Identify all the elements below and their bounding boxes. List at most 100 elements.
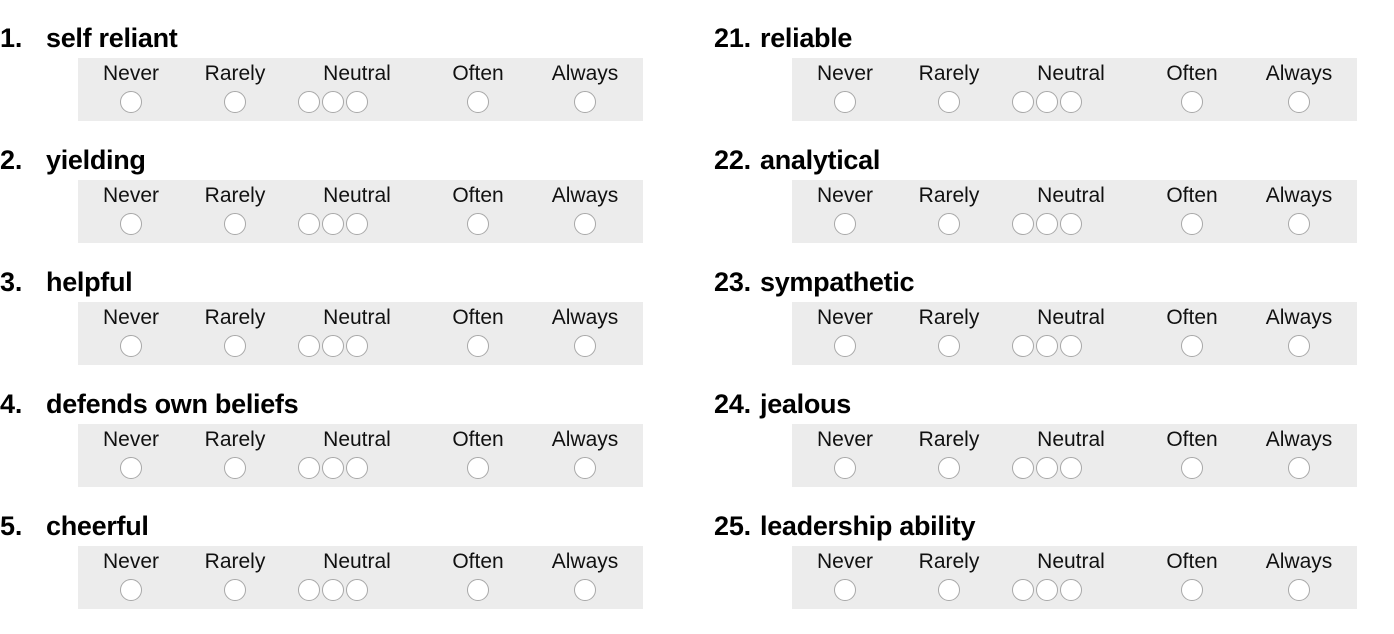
scale-option-label: Rarely <box>918 306 980 329</box>
radio-button[interactable] <box>120 335 142 357</box>
radio-button[interactable] <box>346 579 368 601</box>
radio-button[interactable] <box>322 91 344 113</box>
radio-button[interactable] <box>467 579 489 601</box>
radio-button[interactable] <box>346 91 368 113</box>
scale-option-label: Rarely <box>918 62 980 85</box>
radio-button[interactable] <box>1060 579 1082 601</box>
radio-button[interactable] <box>224 579 246 601</box>
radio-button[interactable] <box>322 335 344 357</box>
radio-button[interactable] <box>224 457 246 479</box>
radio-button[interactable] <box>298 579 320 601</box>
likert-scale-radios <box>78 90 643 121</box>
radio-button[interactable] <box>120 579 142 601</box>
survey-item: 25. leadership ability Never Rarely Neutral O… <box>714 506 1394 628</box>
radio-button[interactable] <box>322 579 344 601</box>
radio-button[interactable] <box>322 213 344 235</box>
radio-button[interactable] <box>224 335 246 357</box>
radio-button[interactable] <box>1036 91 1058 113</box>
radio-button[interactable] <box>938 91 960 113</box>
radio-button[interactable] <box>834 335 856 357</box>
scale-option-label: Neutral <box>323 62 391 85</box>
likert-scale-band: Never Rarely Neutral Often Always <box>78 180 643 243</box>
radio-button[interactable] <box>346 457 368 479</box>
scale-option-label: Neutral <box>323 306 391 329</box>
radio-button[interactable] <box>298 335 320 357</box>
radio-button[interactable] <box>1012 457 1034 479</box>
survey-item: 4. defends own beliefs Never Rarely Neutral O… <box>0 384 680 506</box>
radio-button[interactable] <box>1012 91 1034 113</box>
radio-button[interactable] <box>574 457 596 479</box>
survey-item: 21. reliable Never Rarely Neutral Often Always <box>714 18 1394 140</box>
radio-button[interactable] <box>1181 213 1203 235</box>
survey-item: 1. self reliant Never Rarely Neutral Often Alw… <box>0 18 680 140</box>
radio-button[interactable] <box>938 457 960 479</box>
radio-button[interactable] <box>1060 91 1082 113</box>
radio-button[interactable] <box>834 579 856 601</box>
survey-item-header: 2. yielding <box>0 140 146 180</box>
radio-button[interactable] <box>346 213 368 235</box>
survey-item-label: defends own beliefs <box>46 389 299 419</box>
radio-button[interactable] <box>834 213 856 235</box>
radio-button[interactable] <box>1060 335 1082 357</box>
radio-button[interactable] <box>1181 579 1203 601</box>
radio-button[interactable] <box>938 213 960 235</box>
radio-button[interactable] <box>1060 213 1082 235</box>
survey-item-label: jealous <box>760 389 851 419</box>
radio-button[interactable] <box>346 335 368 357</box>
radio-button[interactable] <box>467 91 489 113</box>
likert-scale-band: Never Rarely Neutral Often Always <box>792 546 1357 609</box>
survey-item-label: yielding <box>46 145 146 175</box>
radio-button[interactable] <box>574 213 596 235</box>
radio-button[interactable] <box>574 91 596 113</box>
radio-button[interactable] <box>938 579 960 601</box>
scale-option-label: Always <box>551 550 619 573</box>
survey-item-label: cheerful <box>46 511 149 541</box>
radio-button[interactable] <box>298 213 320 235</box>
scale-option-label: Neutral <box>1037 184 1105 207</box>
radio-button[interactable] <box>298 457 320 479</box>
radio-button[interactable] <box>1288 91 1310 113</box>
radio-button[interactable] <box>120 457 142 479</box>
radio-button[interactable] <box>1288 579 1310 601</box>
radio-button[interactable] <box>467 335 489 357</box>
survey-item-number: 21. <box>714 23 751 53</box>
radio-button[interactable] <box>1288 213 1310 235</box>
radio-button[interactable] <box>1012 335 1034 357</box>
radio-button[interactable] <box>1012 579 1034 601</box>
radio-button[interactable] <box>834 91 856 113</box>
radio-button[interactable] <box>1181 457 1203 479</box>
radio-button[interactable] <box>1060 457 1082 479</box>
survey-item: 3. helpful Never Rarely Neutral Often Always <box>0 262 680 384</box>
survey-item: 22. analytical Never Rarely Neutral Often Alwa… <box>714 140 1394 262</box>
scale-option-label: Always <box>1265 62 1333 85</box>
radio-button[interactable] <box>1288 457 1310 479</box>
scale-option-label: Always <box>551 428 619 451</box>
radio-button[interactable] <box>120 91 142 113</box>
radio-button[interactable] <box>1036 579 1058 601</box>
radio-button[interactable] <box>574 579 596 601</box>
radio-button[interactable] <box>1036 213 1058 235</box>
radio-button[interactable] <box>574 335 596 357</box>
radio-button[interactable] <box>1036 457 1058 479</box>
radio-button[interactable] <box>834 457 856 479</box>
radio-button[interactable] <box>1288 335 1310 357</box>
radio-button[interactable] <box>224 213 246 235</box>
radio-button[interactable] <box>120 213 142 235</box>
radio-button[interactable] <box>1181 91 1203 113</box>
radio-button[interactable] <box>467 457 489 479</box>
radio-button[interactable] <box>467 213 489 235</box>
survey-item-label: reliable <box>760 23 853 53</box>
radio-button[interactable] <box>1012 213 1034 235</box>
radio-button[interactable] <box>322 457 344 479</box>
scale-option-label: Rarely <box>204 306 266 329</box>
scale-option-label: Never <box>102 184 160 207</box>
radio-button[interactable] <box>1036 335 1058 357</box>
survey-item-header: 5. cheerful <box>0 506 149 546</box>
scale-option-label: Never <box>102 306 160 329</box>
radio-button[interactable] <box>298 91 320 113</box>
survey-item: 23. sympathetic Never Rarely Neutral Often Alw… <box>714 262 1394 384</box>
radio-button[interactable] <box>938 335 960 357</box>
radio-button[interactable] <box>224 91 246 113</box>
radio-button[interactable] <box>1181 335 1203 357</box>
survey-item-label: self reliant <box>46 23 178 53</box>
